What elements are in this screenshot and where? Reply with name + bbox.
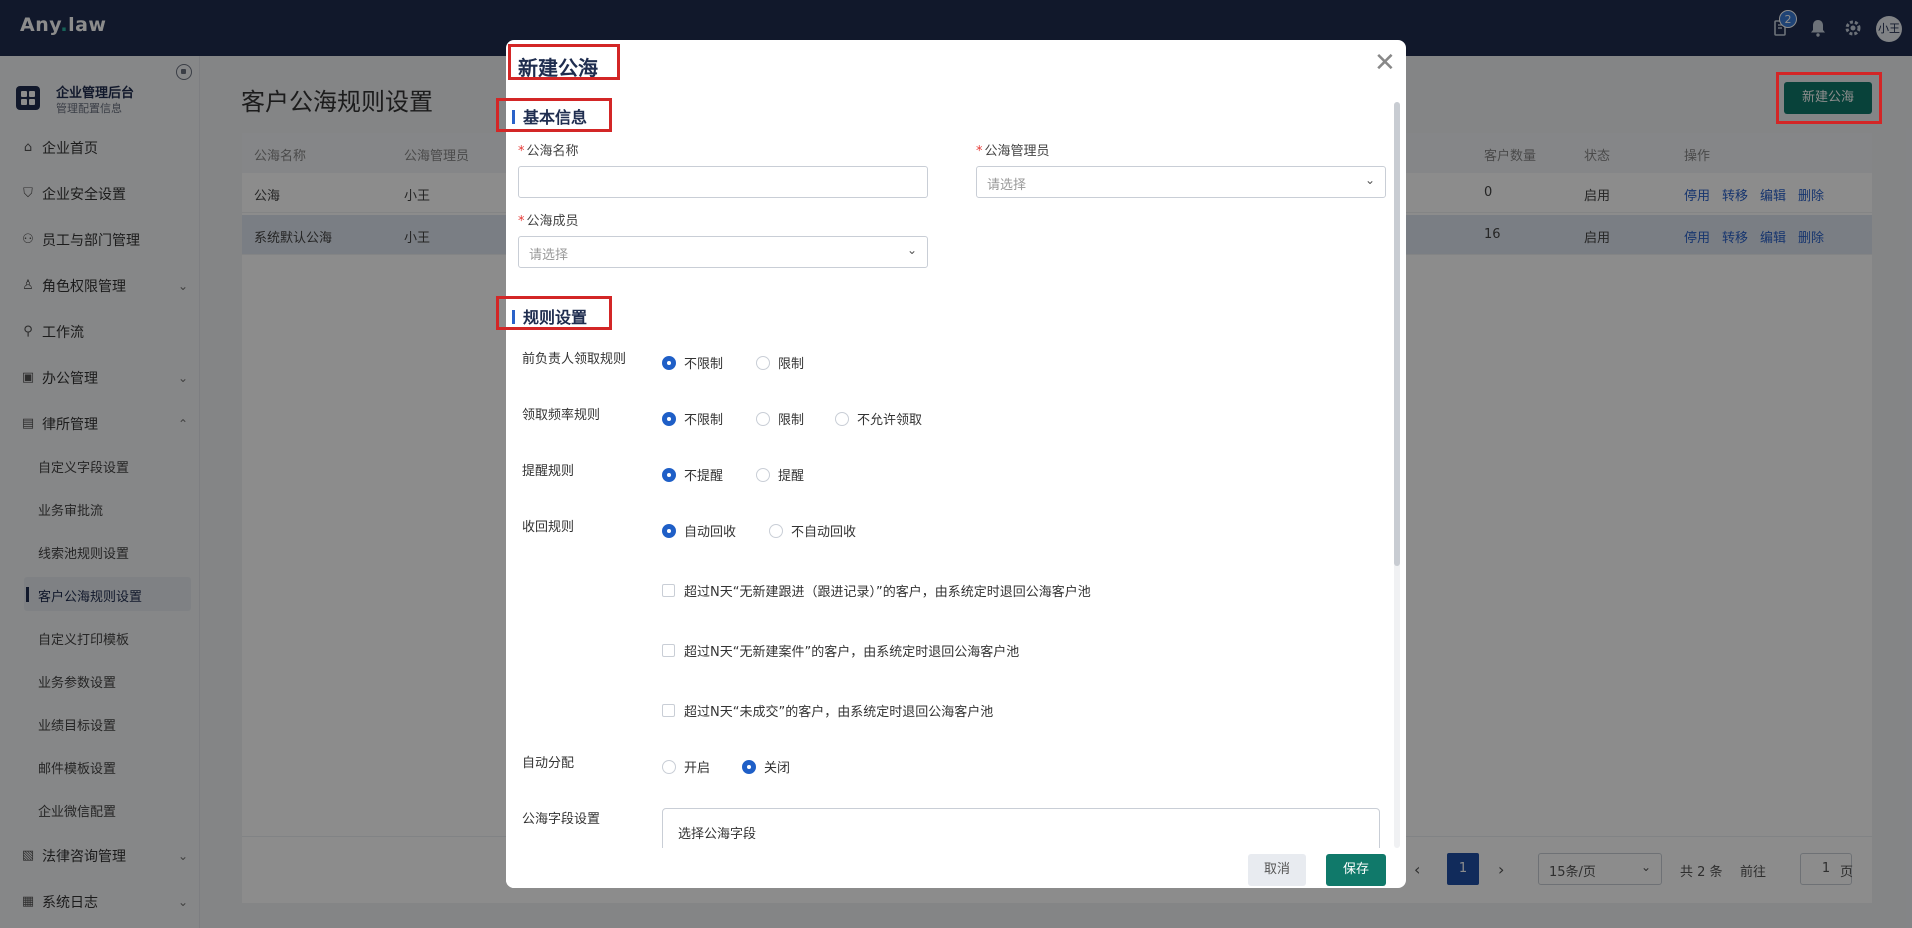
- save-button[interactable]: 保存: [1326, 854, 1386, 886]
- close-icon[interactable]: ✕: [1374, 48, 1396, 78]
- radio-auto-recycle[interactable]: 自动回收: [662, 521, 736, 540]
- radio-prev-owner-limited[interactable]: 限制: [756, 353, 804, 372]
- radio-remind[interactable]: 提醒: [756, 465, 804, 484]
- radio-no-auto-recycle[interactable]: 不自动回收: [769, 521, 856, 540]
- scrollbar-thumb[interactable]: [1394, 102, 1400, 566]
- dialog-title: 新建公海: [518, 56, 598, 80]
- radio-assign-on[interactable]: 开启: [662, 757, 710, 776]
- chevron-down-icon: ⌄: [1364, 173, 1375, 187]
- freq-rule-label: 领取频率规则: [522, 408, 601, 423]
- radio-freq-disallow[interactable]: 不允许领取: [835, 409, 922, 428]
- prev-owner-rule-label: 前负责人领取规则: [522, 352, 627, 367]
- pool-name-input[interactable]: [518, 166, 928, 198]
- radio-assign-off[interactable]: 关闭: [742, 757, 790, 776]
- chevron-down-icon: ⌄: [906, 243, 917, 257]
- create-pool-dialog: 新建公海 ✕ 基本信息 * 公海名称 * 公海管理员 请选择 ⌄ * 公海成员 请选择 ⌄…: [496, 40, 1406, 888]
- radio-freq-limited[interactable]: 限制: [756, 409, 804, 428]
- auto-assign-label: 自动分配: [522, 756, 575, 771]
- checkbox-not-closed[interactable]: 超过N天“未成交”的客户，由系统定时退回公海客户池: [662, 701, 993, 720]
- remind-rule-label: 提醒规则: [522, 464, 575, 479]
- recycle-rule-label: 收回规则: [522, 520, 575, 535]
- name-label: * 公海名称: [518, 144, 579, 159]
- members-label: * 公海成员: [518, 214, 579, 229]
- admin-label: * 公海管理员: [976, 144, 1050, 159]
- section-rules: 规则设置: [512, 304, 587, 328]
- checkbox-no-followup[interactable]: 超过N天“无新建跟进（跟进记录）”的客户，由系统定时退回公海客户池: [662, 581, 1091, 600]
- checkbox-no-case[interactable]: 超过N天“无新建案件”的客户，由系统定时退回公海客户池: [662, 641, 1019, 660]
- fields-setting-label: 公海字段设置: [522, 812, 601, 827]
- radio-freq-unlimited[interactable]: 不限制: [662, 409, 723, 428]
- radio-no-remind[interactable]: 不提醒: [662, 465, 723, 484]
- cancel-button[interactable]: 取消: [1248, 854, 1306, 886]
- radio-prev-owner-unlimited[interactable]: 不限制: [662, 353, 723, 372]
- pool-members-select[interactable]: 请选择 ⌄: [518, 236, 928, 268]
- pool-admin-select[interactable]: 请选择 ⌄: [976, 166, 1386, 198]
- section-basic-info: 基本信息: [512, 104, 587, 128]
